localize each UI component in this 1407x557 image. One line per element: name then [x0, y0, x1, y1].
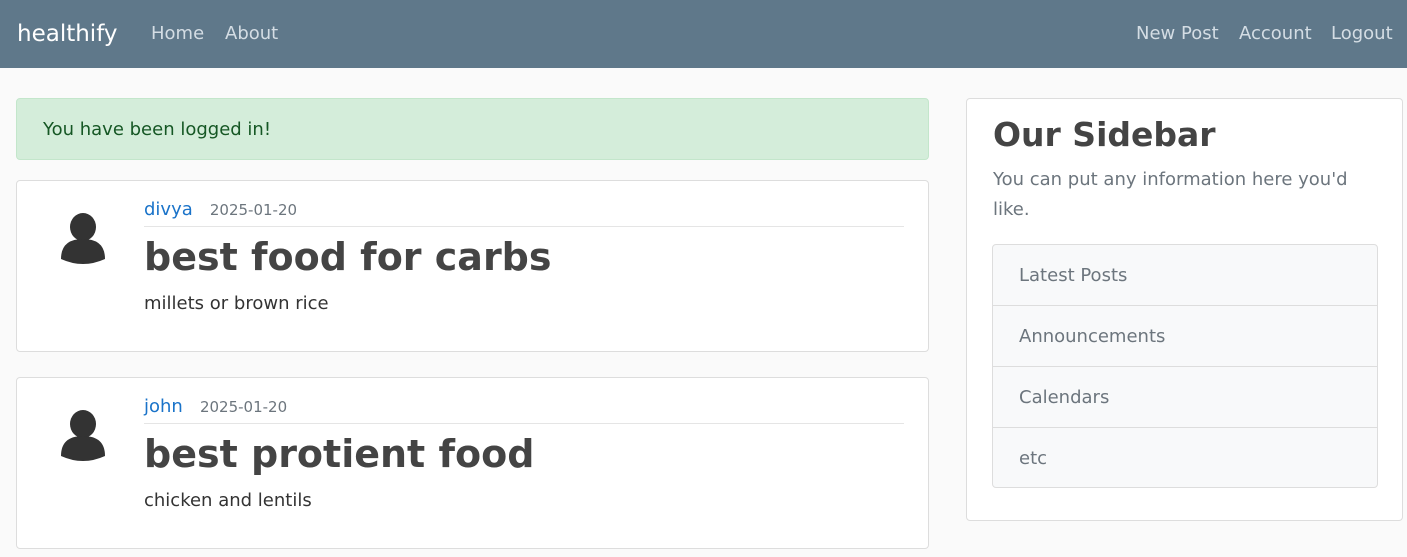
- sidebar-title: Our Sidebar: [993, 115, 1216, 154]
- brand-logo[interactable]: healthify: [17, 18, 118, 50]
- post-content: millets or brown rice: [144, 293, 329, 314]
- sidebar-description: You can put any information here you'd l…: [993, 169, 1348, 220]
- post-meta: divya 2025-01-20: [144, 197, 904, 227]
- post-author-link[interactable]: divya: [144, 199, 193, 220]
- sidebar-item-calendars[interactable]: Calendars: [993, 367, 1377, 428]
- post-author-link[interactable]: john: [144, 396, 183, 417]
- post-title[interactable]: best food for carbs: [144, 233, 552, 281]
- post-card: john 2025-01-20 best protient food chick…: [16, 377, 929, 549]
- sidebar-list: Latest Posts Announcements Calendars etc: [992, 244, 1378, 488]
- sidebar: Our Sidebar You can put any information …: [966, 98, 1403, 521]
- nav-about-link[interactable]: About: [225, 22, 278, 46]
- nav-logout-link[interactable]: Logout: [1331, 22, 1393, 46]
- post-date: 2025-01-20: [209, 201, 298, 219]
- user-silhouette-icon: [61, 410, 105, 461]
- post-title[interactable]: best protient food: [144, 430, 534, 478]
- user-silhouette-icon: [61, 213, 105, 264]
- nav-home-link[interactable]: Home: [151, 22, 204, 46]
- nav-account-link[interactable]: Account: [1239, 22, 1312, 46]
- sidebar-item-latest-posts[interactable]: Latest Posts: [993, 245, 1377, 306]
- navbar: healthify Home About New Post Account Lo…: [0, 0, 1407, 68]
- nav-new-post-link[interactable]: New Post: [1136, 22, 1219, 46]
- success-alert: You have been logged in!: [16, 98, 929, 160]
- sidebar-item-etc[interactable]: etc: [993, 428, 1377, 489]
- post-content: chicken and lentils: [144, 490, 312, 511]
- sidebar-item-announcements[interactable]: Announcements: [993, 306, 1377, 367]
- alert-message: You have been logged in!: [43, 119, 272, 140]
- post-meta: john 2025-01-20: [144, 394, 904, 424]
- post-date: 2025-01-20: [199, 398, 288, 416]
- post-card: divya 2025-01-20 best food for carbs mil…: [16, 180, 929, 352]
